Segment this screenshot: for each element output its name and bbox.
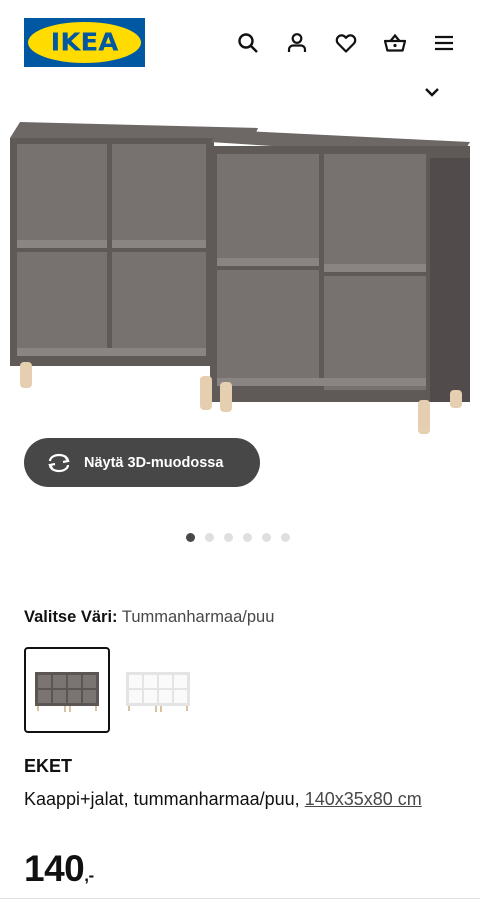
color-label: Valitse Väri: xyxy=(24,608,118,626)
product-dimensions-link[interactable]: 140x35x80 cm xyxy=(305,789,422,809)
logo-oval: IKEA xyxy=(28,22,141,63)
product-description: Kaappi+jalat, tummanharmaa/puu, 140x35x8… xyxy=(24,785,460,814)
color-option-white[interactable] xyxy=(115,647,201,733)
chevron-down-icon[interactable] xyxy=(423,86,441,98)
rotate-3d-icon xyxy=(48,453,70,472)
view-3d-label: Näytä 3D-muodossa xyxy=(84,454,224,471)
product-image[interactable] xyxy=(0,100,480,450)
thumb-dark-grey-image xyxy=(35,672,99,712)
gallery-dot[interactable] xyxy=(224,533,233,542)
gallery-dot[interactable] xyxy=(281,533,290,542)
header: IKEA xyxy=(0,0,480,84)
gallery-dot[interactable] xyxy=(243,533,252,542)
gallery-pagination xyxy=(186,533,290,542)
price-value: 140 xyxy=(24,848,85,889)
logo-text: IKEA xyxy=(50,28,119,57)
product-description-text: Kaappi+jalat, tummanharmaa/puu, xyxy=(24,789,300,809)
search-icon[interactable] xyxy=(235,30,261,56)
product-price: 140,- xyxy=(24,848,94,890)
color-value: Tummanharmaa/puu xyxy=(121,608,275,626)
thumb-white-image xyxy=(126,672,190,712)
menu-icon[interactable] xyxy=(431,30,457,56)
basket-icon[interactable] xyxy=(382,30,408,56)
gallery-dot[interactable] xyxy=(262,533,271,542)
user-icon[interactable] xyxy=(284,30,310,56)
color-option-dark-grey[interactable] xyxy=(24,647,110,733)
price-suffix: ,- xyxy=(84,866,94,885)
view-3d-button[interactable]: Näytä 3D-muodossa xyxy=(24,438,260,487)
color-selector-heading: Valitse Väri: Tummanharmaa/puu xyxy=(24,608,274,627)
gallery-dot[interactable] xyxy=(186,533,195,542)
divider xyxy=(0,898,480,899)
gallery-dot[interactable] xyxy=(205,533,214,542)
product-name: EKET xyxy=(24,756,73,776)
heart-icon[interactable] xyxy=(333,30,359,56)
ikea-logo[interactable]: IKEA xyxy=(24,18,145,67)
